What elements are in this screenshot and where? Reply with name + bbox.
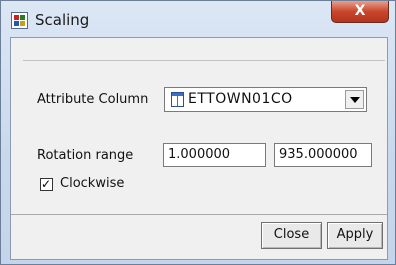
attribute-column-value: ETTOWN01CO <box>188 91 293 107</box>
chevron-down-icon <box>350 97 360 103</box>
dialog-body: Attribute Column ETTOWN01CO Rotation ran… <box>10 37 388 260</box>
clockwise-label[interactable]: Clockwise <box>60 176 124 191</box>
title-bar[interactable]: Scaling X <box>1 1 395 37</box>
app-grid-icon <box>11 12 28 29</box>
table-icon <box>171 92 184 107</box>
window-close-button[interactable]: X <box>331 1 389 23</box>
apply-button[interactable]: Apply <box>327 222 383 249</box>
rotation-max-input[interactable]: 935.000000 <box>274 143 372 167</box>
attribute-column-label: Attribute Column <box>37 92 149 107</box>
close-button[interactable]: Close <box>261 222 322 249</box>
dropdown-arrow-button[interactable] <box>345 90 364 109</box>
checkmark-icon: ✓ <box>41 177 52 191</box>
rotation-min-input[interactable]: 1.000000 <box>163 143 266 167</box>
attribute-column-select[interactable]: ETTOWN01CO <box>164 87 367 112</box>
scaling-dialog: Scaling X Attribute Column ETTOWN01CO Ro… <box>0 0 396 265</box>
window-title: Scaling <box>35 11 90 29</box>
rotation-range-label: Rotation range <box>37 148 134 163</box>
clockwise-checkbox[interactable]: ✓ <box>40 177 53 191</box>
close-icon: X <box>354 3 366 19</box>
button-separator <box>11 214 387 215</box>
